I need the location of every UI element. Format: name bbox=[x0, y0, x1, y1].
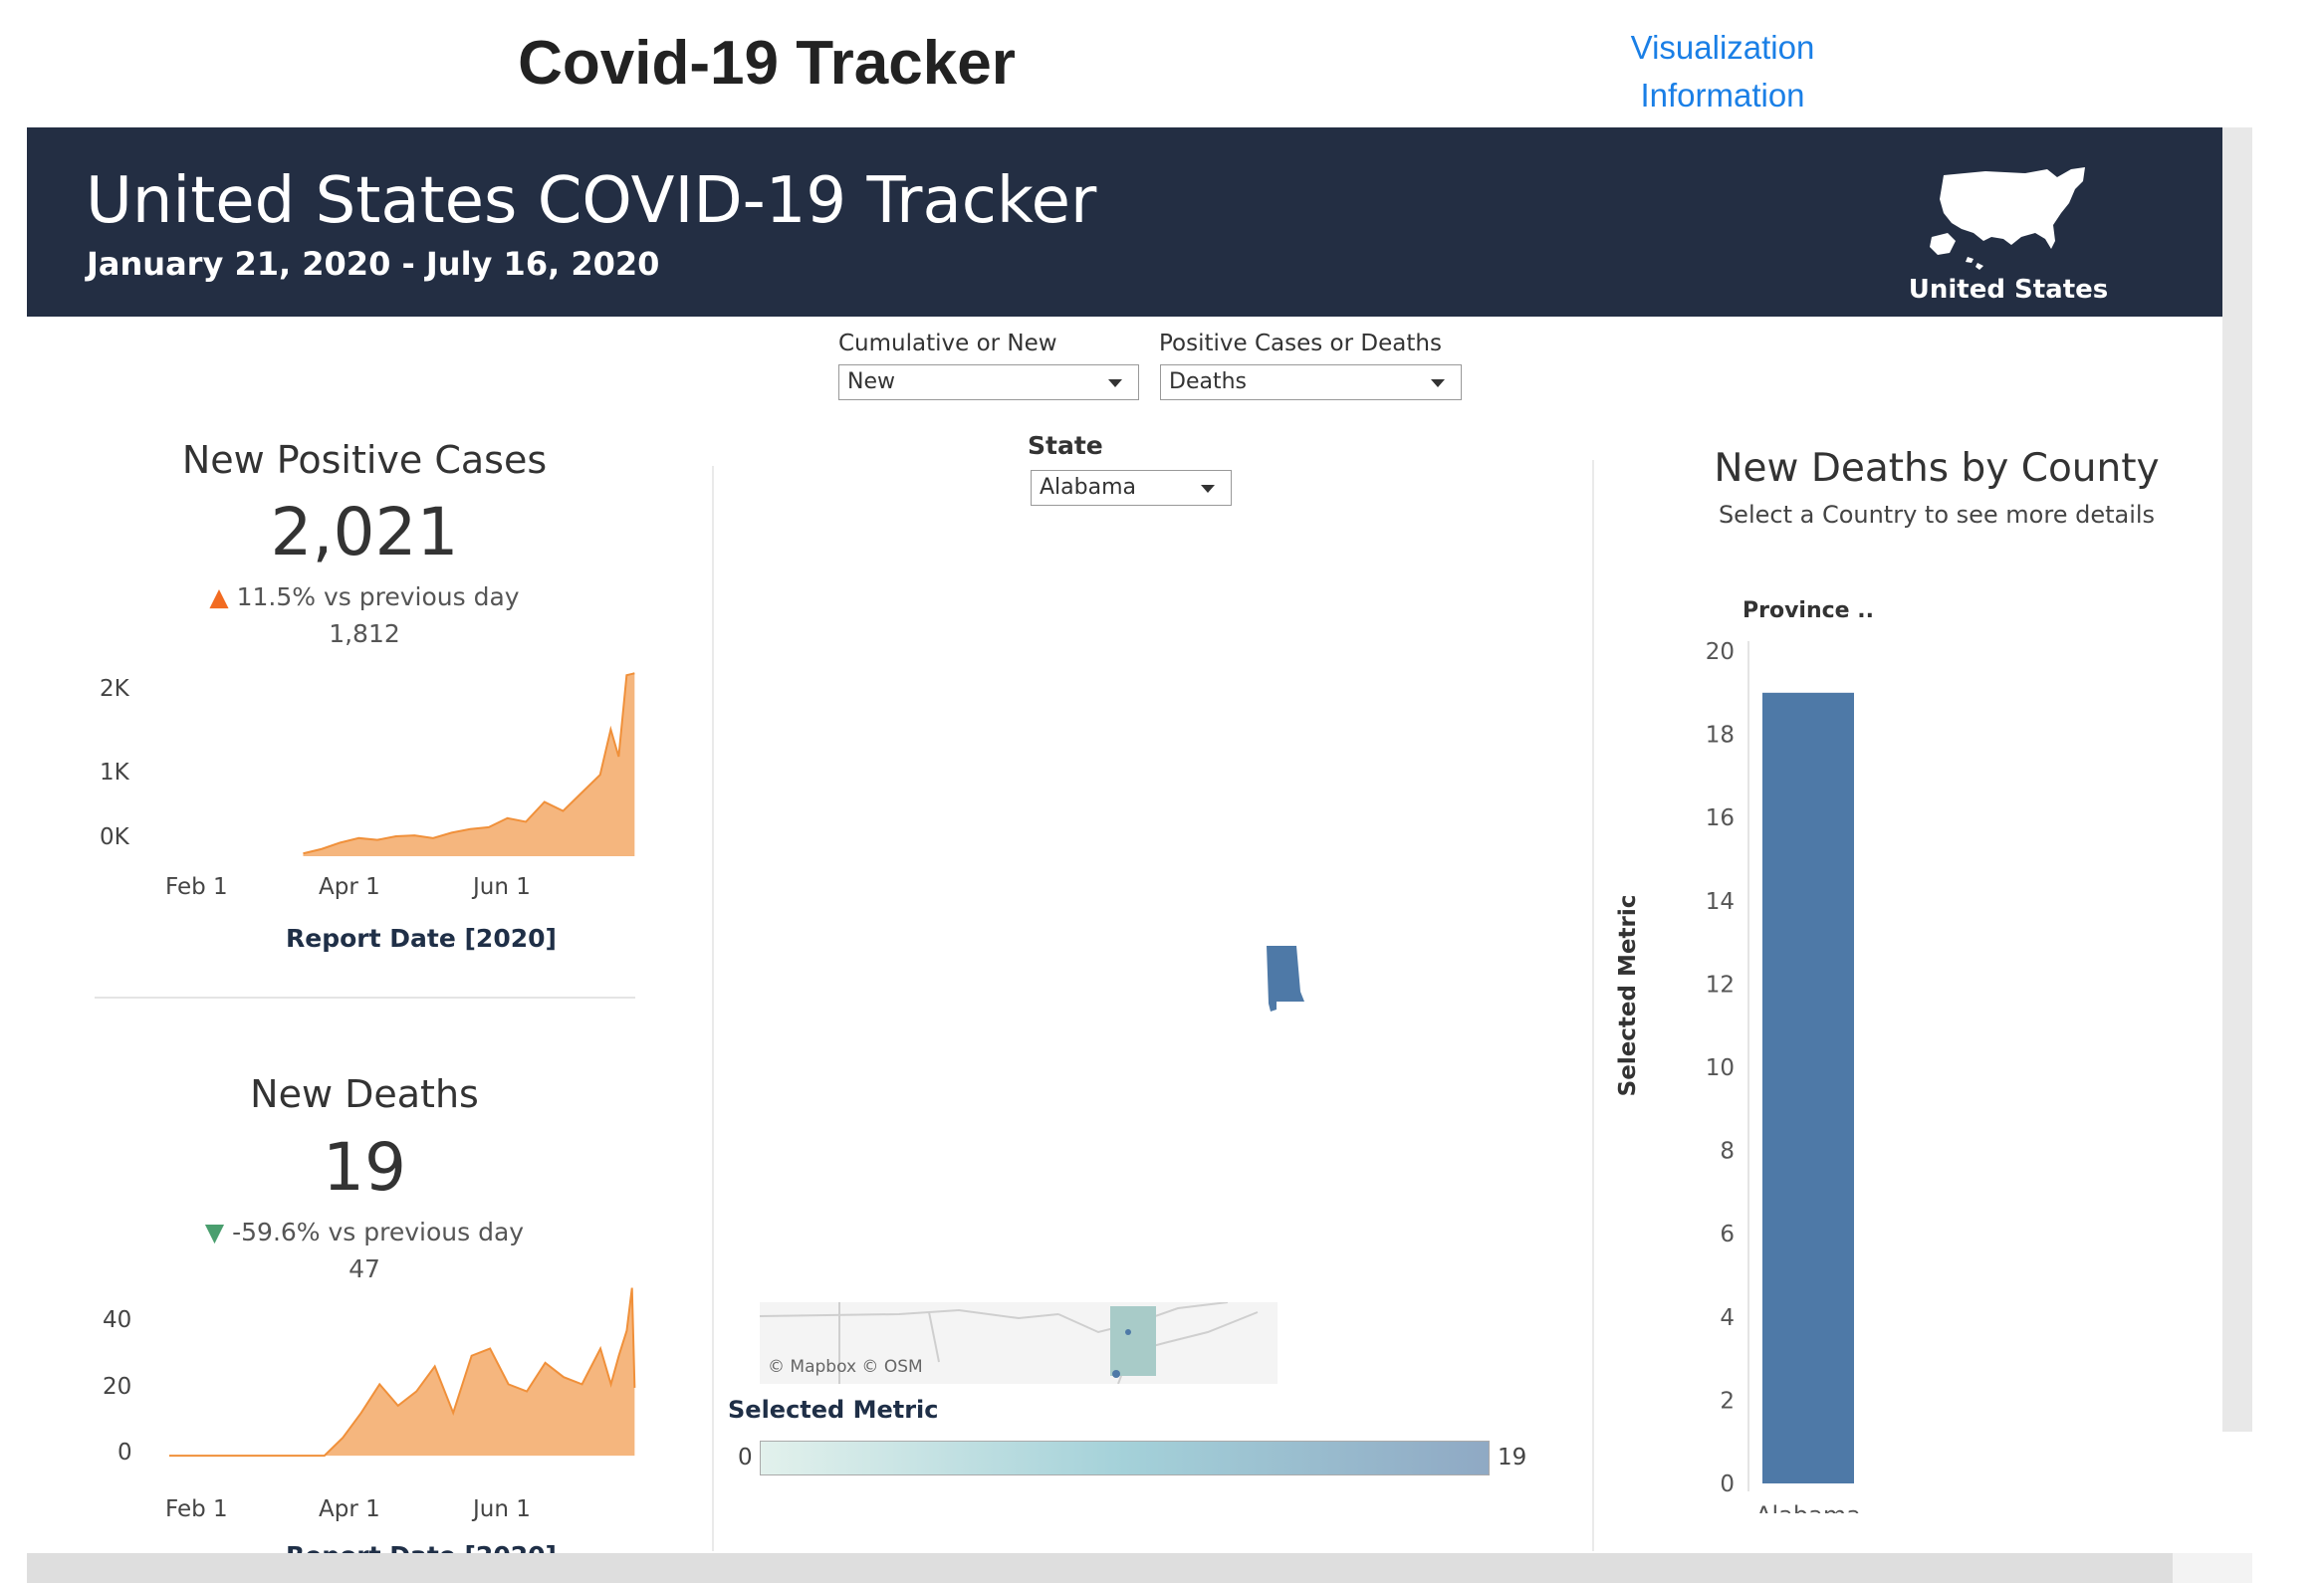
y-tick-label: 2 bbox=[1720, 1388, 1735, 1414]
alabama-state-shape[interactable] bbox=[1263, 944, 1308, 1012]
y-tick-label: 1K bbox=[100, 760, 129, 786]
area-series bbox=[169, 1287, 635, 1457]
y-tick-label: 14 bbox=[1706, 889, 1735, 915]
y-tick-label: 6 bbox=[1720, 1222, 1735, 1247]
state-filter-label: State bbox=[1028, 431, 1103, 460]
vertical-scrollbar[interactable] bbox=[2222, 127, 2252, 1432]
x-axis-title: Report Date [2020] bbox=[286, 924, 557, 953]
state-select[interactable]: Alabama bbox=[1031, 470, 1232, 506]
map-legend-min: 0 bbox=[738, 1445, 753, 1470]
deaths-previous: 47 bbox=[349, 1254, 380, 1283]
map-attribution: © Mapbox © OSM bbox=[768, 1357, 923, 1377]
y-tick-label: 18 bbox=[1706, 723, 1735, 749]
state-select-value: Alabama bbox=[1040, 475, 1137, 500]
deaths-area-chart[interactable] bbox=[149, 1284, 637, 1473]
county-bar-chart[interactable]: 20181614121086420Alabama bbox=[1683, 627, 1882, 1513]
x-axis-title: Report Date [2020] bbox=[286, 1541, 557, 1553]
positive-cases-title: New Positive Cases bbox=[181, 438, 548, 482]
x-tick-label: Jun 1 bbox=[473, 1496, 531, 1522]
positive-cases-value: 2,021 bbox=[270, 494, 459, 570]
y-tick-label: 20 bbox=[103, 1374, 132, 1400]
column-header[interactable]: Province .. bbox=[1743, 598, 1874, 623]
right-panel-divider bbox=[1592, 460, 1594, 1551]
deaths-change: ▼ -59.6% vs previous day bbox=[204, 1218, 525, 1246]
chevron-down-icon bbox=[1108, 379, 1122, 387]
x-tick-label: Apr 1 bbox=[319, 1496, 380, 1522]
positive-cases-previous: 1,812 bbox=[329, 619, 400, 648]
y-tick-label: 0 bbox=[117, 1440, 132, 1466]
y-tick-label: 20 bbox=[1706, 639, 1735, 665]
deaths-title: New Deaths bbox=[250, 1072, 479, 1116]
x-tick-label: Jun 1 bbox=[473, 874, 531, 900]
triangle-down-icon: ▼ bbox=[204, 1218, 225, 1246]
x-tick-label: Apr 1 bbox=[319, 874, 380, 900]
banner-date-range: January 21, 2020 - July 16, 2020 bbox=[87, 245, 660, 283]
metric-filter-label: Positive Cases or Deaths bbox=[1159, 331, 1442, 356]
dashboard-banner: United States COVID-19 Tracker January 2… bbox=[27, 127, 2222, 317]
page-title: Covid-19 Tracker bbox=[518, 29, 1016, 98]
triangle-up-icon: ▲ bbox=[209, 582, 229, 611]
chevron-down-icon bbox=[1201, 485, 1215, 493]
x-tick-label: Alabama bbox=[1755, 1501, 1861, 1513]
deaths-value: 19 bbox=[323, 1129, 406, 1206]
map-color-legend bbox=[760, 1441, 1490, 1475]
banner-title: United States COVID-19 Tracker bbox=[86, 164, 1097, 238]
kpi-divider bbox=[95, 997, 635, 999]
us-map-icon[interactable] bbox=[1926, 163, 2095, 273]
y-tick-label: 4 bbox=[1720, 1305, 1735, 1331]
cumulative-select[interactable]: New bbox=[838, 364, 1139, 400]
x-tick-label: Feb 1 bbox=[165, 874, 228, 900]
y-tick-label: 12 bbox=[1706, 972, 1735, 998]
y-tick-label: 40 bbox=[103, 1307, 132, 1333]
y-tick-label: 8 bbox=[1720, 1139, 1735, 1165]
positive-cases-area-chart[interactable] bbox=[149, 657, 637, 856]
metric-select[interactable]: Deaths bbox=[1160, 364, 1462, 400]
positive-cases-change: ▲ 11.5% vs previous day bbox=[209, 582, 520, 611]
county-chart-title: New Deaths by County bbox=[1714, 446, 2160, 491]
cumulative-filter-label: Cumulative or New bbox=[838, 331, 1057, 356]
y-tick-label: 0 bbox=[1720, 1471, 1735, 1497]
cumulative-select-value: New bbox=[847, 369, 895, 394]
left-panel-divider bbox=[712, 466, 714, 1551]
visualization-information-link[interactable]: Visualization Information bbox=[1613, 24, 1832, 119]
y-tick-label: 10 bbox=[1706, 1055, 1735, 1081]
horizontal-scrollbar[interactable] bbox=[27, 1553, 2173, 1583]
bar-alabama bbox=[1762, 692, 1854, 1483]
y-tick-label: 2K bbox=[100, 676, 129, 702]
y-tick-label: 16 bbox=[1706, 805, 1735, 831]
metric-select-value: Deaths bbox=[1169, 369, 1247, 394]
y-axis-title: Selected Metric bbox=[1615, 894, 1641, 1097]
y-tick-label: 0K bbox=[100, 824, 129, 850]
map-legend-title: Selected Metric bbox=[728, 1396, 939, 1424]
map-legend-max: 19 bbox=[1498, 1445, 1527, 1470]
chevron-down-icon bbox=[1431, 379, 1445, 387]
x-tick-label: Feb 1 bbox=[165, 1496, 228, 1522]
county-chart-subtitle: Select a Country to see more details bbox=[1718, 501, 2156, 529]
banner-country-label: United States bbox=[1908, 275, 2109, 305]
scrollbar-corner bbox=[2173, 1553, 2252, 1583]
